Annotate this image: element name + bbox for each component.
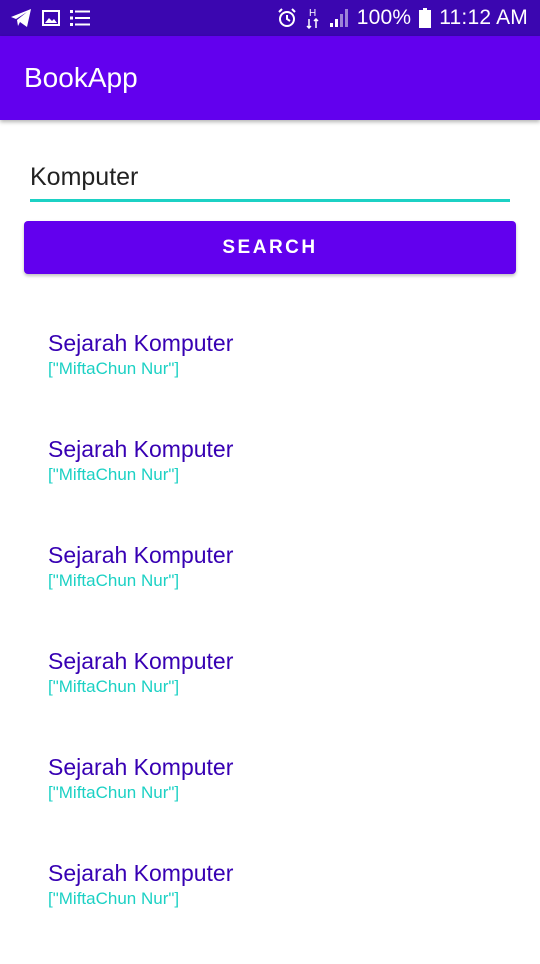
battery-percent: 100%	[356, 6, 412, 29]
book-title: Sejarah Komputer	[48, 754, 234, 780]
status-bar: H 100% 11:12 AM	[0, 0, 540, 36]
book-list-item[interactable]: Sejarah Komputer ["MiftaChun Nur"]	[48, 328, 508, 434]
status-right-icons: H 100% 11:12 AM	[277, 6, 528, 30]
book-list: Sejarah Komputer ["MiftaChun Nur"] Sejarah…	[48, 328, 508, 964]
app-bar: BookApp	[0, 36, 540, 120]
signal-icon	[329, 9, 349, 27]
book-authors: ["MiftaChun Nur"]	[48, 677, 180, 696]
book-title: Sejarah Komputer	[48, 860, 234, 886]
book-title: Sejarah Komputer	[48, 330, 234, 356]
book-authors: ["MiftaChun Nur"]	[48, 889, 180, 908]
alarm-icon	[277, 8, 297, 28]
telegram-icon	[10, 8, 32, 28]
book-list-item[interactable]: Sejarah Komputer ["MiftaChun Nur"]	[48, 858, 508, 964]
book-title: Sejarah Komputer	[48, 436, 234, 462]
book-authors: ["MiftaChun Nur"]	[48, 465, 180, 484]
app-title: BookApp	[24, 62, 138, 93]
data-arrows-icon: H	[305, 7, 321, 29]
search-field-wrapper	[30, 155, 510, 203]
search-input[interactable]	[30, 155, 510, 202]
book-title: Sejarah Komputer	[48, 542, 234, 568]
book-authors: ["MiftaChun Nur"]	[48, 783, 180, 802]
book-list-item[interactable]: Sejarah Komputer ["MiftaChun Nur"]	[48, 540, 508, 646]
battery-icon	[419, 8, 432, 28]
book-list-item[interactable]: Sejarah Komputer ["MiftaChun Nur"]	[48, 646, 508, 752]
book-authors: ["MiftaChun Nur"]	[48, 571, 180, 590]
list-icon	[70, 9, 90, 27]
status-left-icons	[10, 8, 90, 28]
book-list-item[interactable]: Sejarah Komputer ["MiftaChun Nur"]	[48, 752, 508, 858]
network-type-label: H	[309, 8, 316, 19]
search-button[interactable]: SEARCH	[24, 221, 516, 274]
book-list-item[interactable]: Sejarah Komputer ["MiftaChun Nur"]	[48, 434, 508, 540]
book-authors: ["MiftaChun Nur"]	[48, 359, 180, 378]
clock: 11:12 AM	[439, 6, 528, 29]
gallery-icon	[42, 10, 60, 26]
book-title: Sejarah Komputer	[48, 648, 234, 674]
